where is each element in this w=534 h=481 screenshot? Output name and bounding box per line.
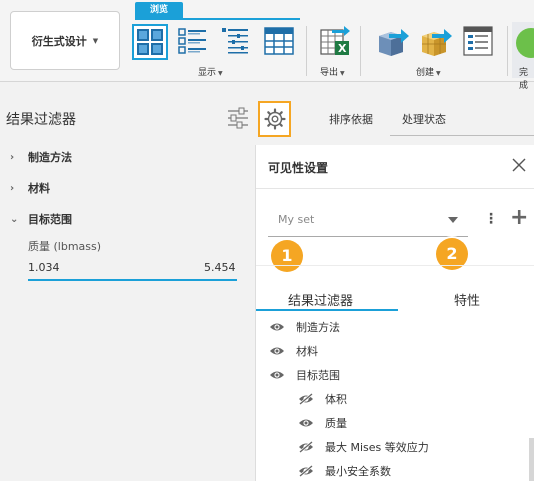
close-icon[interactable] xyxy=(510,156,528,174)
gear-icon xyxy=(263,108,286,130)
create-menu-label: 创建 xyxy=(416,68,435,78)
workspace-label: 衍生式设计 xyxy=(31,34,87,48)
caret-down-icon: ▼ xyxy=(340,70,345,77)
more-options-icon[interactable]: ⋮ xyxy=(484,211,498,227)
tab-results-filter[interactable]: 结果过滤器 xyxy=(288,290,353,309)
export-menu[interactable]: 导出 ▼ xyxy=(320,65,345,78)
table-view-icon[interactable] xyxy=(262,24,298,60)
callout-badge: 1 xyxy=(271,240,303,272)
eye-icon[interactable] xyxy=(269,369,285,381)
tab-sort-by[interactable]: 排序依据 xyxy=(329,111,373,127)
row-label: 制造方法 xyxy=(296,321,340,334)
create-mesh-icon[interactable] xyxy=(418,24,454,60)
set-value: My set xyxy=(278,213,315,226)
panel-title: 可见性设置 xyxy=(268,161,329,175)
list-view-icon[interactable] xyxy=(176,24,212,60)
eye-icon[interactable] xyxy=(298,417,314,429)
visibility-row[interactable]: 目标范围 xyxy=(269,367,340,383)
filter-item-label: 制造方法 xyxy=(28,151,72,164)
scrollbar[interactable] xyxy=(529,438,534,481)
divider xyxy=(256,265,534,266)
properties-view-icon[interactable] xyxy=(219,24,255,60)
filter-item-label: 目标范围 xyxy=(28,213,72,226)
caret-down-icon: ▼ xyxy=(436,70,441,77)
display-menu[interactable]: 显示 ▼ xyxy=(198,65,223,78)
tab-indicator xyxy=(256,309,398,311)
visibility-row[interactable]: 质量 xyxy=(298,415,347,431)
filter-settings-icon[interactable] xyxy=(226,107,250,129)
svg-text:X: X xyxy=(338,42,347,55)
create-menu[interactable]: 创建 ▼ xyxy=(416,65,441,78)
tab-process-status[interactable]: 处理状态 xyxy=(402,111,446,127)
panel-header: 可见性设置 xyxy=(256,145,534,189)
visibility-row[interactable]: 材料 xyxy=(269,343,318,359)
range-max-value[interactable]: 5.454 xyxy=(204,261,236,274)
filter-item-material[interactable]: › 材料 xyxy=(10,180,50,196)
eye-icon[interactable] xyxy=(269,321,285,333)
add-set-icon[interactable]: + xyxy=(510,205,528,231)
toolbar-divider xyxy=(306,26,307,76)
filter-item-objective-range[interactable]: ⌄ 目标范围 xyxy=(10,211,72,227)
panel-title: 结果过滤器 xyxy=(6,112,76,128)
row-label: 体积 xyxy=(325,393,347,406)
visibility-settings-panel: 可见性设置 My set ⋮ + 1 2 结果过滤器 特性 制造方法 材料 目标… xyxy=(255,145,534,481)
range-min-value[interactable]: 1.034 xyxy=(28,261,60,274)
results-filter-panel: 结果过滤器 › 制造方法 › 材料 ⌄ 目标范围 质量 (lbmass) 1.0… xyxy=(0,83,255,481)
visibility-settings-button[interactable] xyxy=(258,101,291,137)
caret-down-icon xyxy=(448,217,458,223)
eye-icon[interactable] xyxy=(269,345,285,357)
export-menu-label: 导出 xyxy=(320,68,339,78)
visibility-row[interactable]: 体积 xyxy=(298,391,347,407)
row-label: 材料 xyxy=(296,345,318,358)
visibility-row[interactable]: 最大 Mises 等效应力 xyxy=(298,439,429,455)
tile-view-icon[interactable] xyxy=(132,24,168,60)
toolbar: 衍生式设计 ▼ 浏览 显示 ▼ X 导出 ▼ 创建 ▼ 完成 xyxy=(0,0,534,91)
filter-item-label: 材料 xyxy=(28,182,50,195)
row-label: 最大 Mises 等效应力 xyxy=(325,441,429,454)
eye-hidden-icon[interactable] xyxy=(298,393,314,405)
visibility-row[interactable]: 制造方法 xyxy=(269,319,340,335)
toolbar-divider xyxy=(360,26,361,76)
eye-hidden-icon[interactable] xyxy=(298,441,314,453)
tab-indicator xyxy=(135,18,300,20)
visibility-set-dropdown[interactable]: My set xyxy=(268,205,468,237)
chevron-down-icon: ⌄ xyxy=(10,213,19,225)
row-label: 最小安全系数 xyxy=(325,465,391,478)
workspace-switcher-button[interactable]: 衍生式设计 ▼ xyxy=(10,11,120,70)
visibility-row[interactable]: 最小安全系数 xyxy=(298,463,391,479)
create-report-icon[interactable] xyxy=(461,24,497,60)
range-slider[interactable] xyxy=(28,279,237,281)
create-design-icon[interactable] xyxy=(375,24,411,60)
tab-explore[interactable]: 浏览 xyxy=(135,2,183,18)
caret-down-icon: ▼ xyxy=(92,36,99,45)
row-label: 质量 xyxy=(325,417,347,430)
chevron-right-icon: › xyxy=(10,182,15,194)
range-label: 质量 (lbmass) xyxy=(28,240,102,253)
toolbar-divider xyxy=(507,26,508,76)
caret-down-icon: ▼ xyxy=(218,70,223,77)
filter-item-manufacturing[interactable]: › 制造方法 xyxy=(10,149,72,165)
display-menu-label: 显示 xyxy=(198,68,217,78)
tab-properties[interactable]: 特性 xyxy=(454,290,480,309)
row-label: 目标范围 xyxy=(296,369,340,382)
eye-hidden-icon[interactable] xyxy=(298,465,314,477)
export-excel-icon[interactable]: X xyxy=(318,24,354,60)
chevron-right-icon: › xyxy=(10,151,15,163)
tab-underline xyxy=(390,135,534,136)
finish-label: 完成 xyxy=(519,68,529,91)
